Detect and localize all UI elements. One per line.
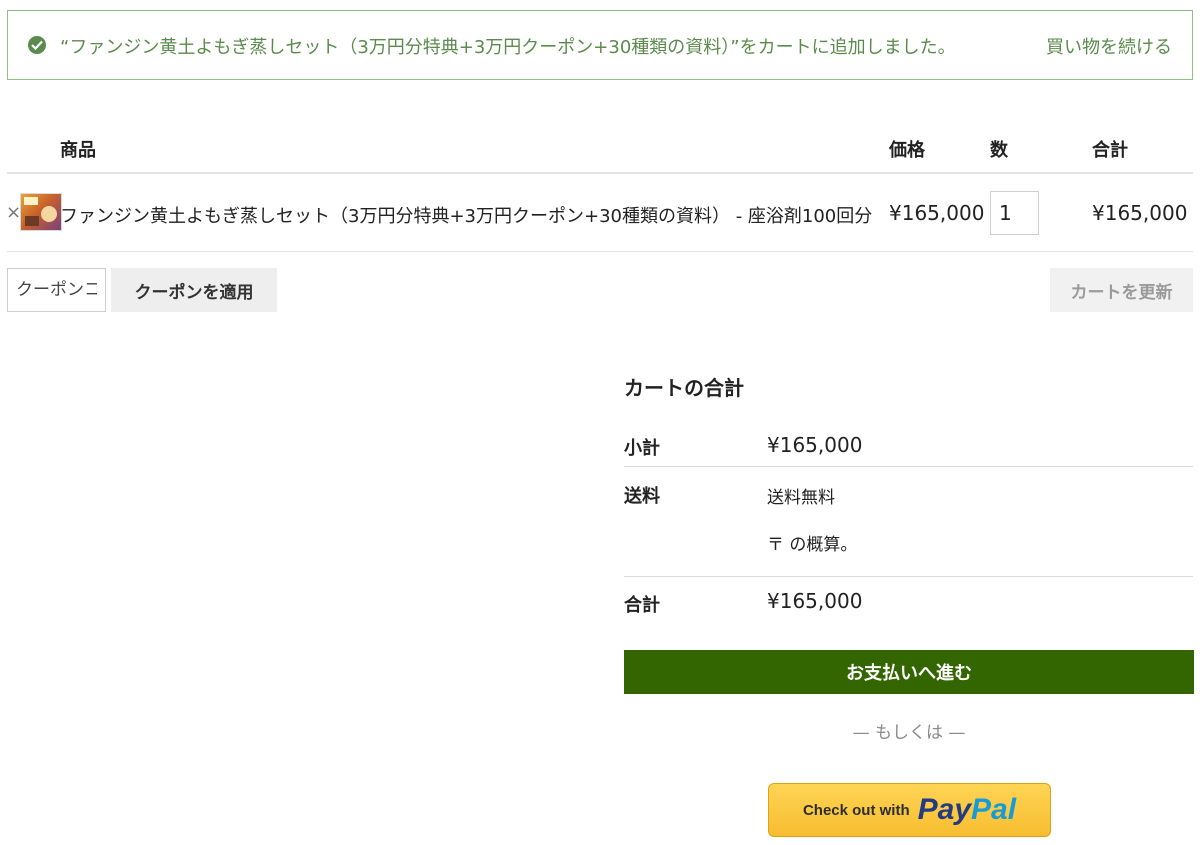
product-price: ¥165,000 <box>889 201 985 225</box>
paypal-logo-pal: Pal <box>971 793 1017 826</box>
remove-item-icon[interactable]: × <box>6 202 21 223</box>
proceed-to-checkout-button[interactable]: お支払いへ進む <box>624 650 1194 694</box>
row-divider <box>7 251 1193 252</box>
cart-totals-title: カートの合計 <box>624 376 744 400</box>
shipping-label: 送料 <box>624 486 660 507</box>
subtotal-label: 小計 <box>624 438 660 459</box>
update-cart-button[interactable]: カートを更新 <box>1050 268 1193 312</box>
totals-divider <box>624 576 1193 577</box>
or-separator: — もしくは — <box>852 723 966 743</box>
shipping-estimate-note: 〒 の概算。 <box>767 535 858 555</box>
paypal-checkout-button[interactable]: Check out with Pay Pal <box>768 783 1051 837</box>
subtotal-value: ¥165,000 <box>767 433 863 457</box>
paypal-prefix-text: Check out with <box>802 801 910 819</box>
product-subtotal: ¥165,000 <box>1092 201 1188 225</box>
coupon-code-input[interactable] <box>7 268 106 312</box>
check-circle-icon <box>28 36 46 54</box>
product-name-link[interactable]: ファンジン黄土よもぎ蒸しセット（3万円分特典+3万円クーポン+30種類の資料） … <box>60 202 872 228</box>
quantity-input[interactable] <box>990 191 1039 235</box>
paypal-logo-pay: Pay <box>917 793 972 826</box>
totals-divider <box>624 466 1193 467</box>
header-subtotal: 合計 <box>1092 140 1128 161</box>
product-thumbnail[interactable] <box>20 193 62 231</box>
header-price: 価格 <box>889 140 925 161</box>
table-header-divider <box>7 172 1193 174</box>
apply-coupon-button[interactable]: クーポンを適用 <box>111 268 277 312</box>
notice-message: “ファンジン黄土よもぎ蒸しセット（3万円分特典+3万円クーポン+30種類の資料）… <box>60 37 956 58</box>
header-product: 商品 <box>60 140 96 161</box>
total-label: 合計 <box>624 595 660 616</box>
shipping-value: 送料無料 <box>767 488 835 508</box>
total-value: ¥165,000 <box>767 589 863 613</box>
continue-shopping-link[interactable]: 買い物を続ける <box>1046 33 1172 59</box>
cart-added-notice: “ファンジン黄土よもぎ蒸しセット（3万円分特典+3万円クーポン+30種類の資料）… <box>7 10 1193 80</box>
header-quantity: 数 <box>990 140 1008 161</box>
